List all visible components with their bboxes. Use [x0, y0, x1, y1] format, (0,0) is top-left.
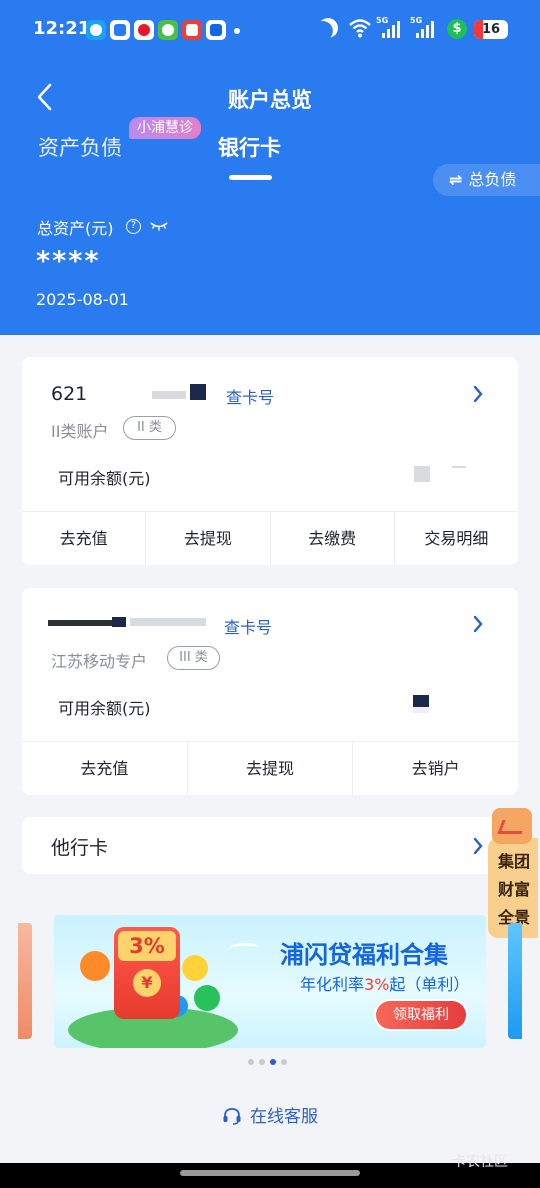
account-type: II类账户: [51, 422, 109, 441]
masked-balance: [414, 466, 430, 482]
bank-notification-icon: [110, 20, 130, 40]
masked-card-number: [112, 617, 126, 627]
close-account-button[interactable]: 去销户: [352, 742, 518, 795]
signal-icon-1: 5G: [376, 16, 406, 40]
masked-balance: [452, 466, 466, 468]
bank-card-2[interactable]: 查卡号 江苏移动专户 III 类 可用余额(元) 去充值 去提现 去销户: [22, 588, 518, 795]
help-icon[interactable]: ?: [126, 219, 141, 234]
masked-card-number: [48, 620, 118, 626]
battery-icon: 16: [474, 20, 508, 39]
balance-label: 可用余额(元): [58, 699, 151, 718]
tab-assets-liabilities[interactable]: 资产负债: [38, 132, 122, 162]
card-1-actions: 去充值 去提现 去缴费 交易明细: [22, 511, 518, 565]
banner-subtitle-suffix: 起（单利）: [389, 975, 470, 994]
chevron-right-icon[interactable]: [472, 615, 484, 633]
total-debt-button[interactable]: ⇌ 总负债: [433, 164, 540, 196]
transaction-details-button[interactable]: 交易明细: [393, 512, 518, 565]
masked-balance: [413, 707, 429, 713]
tab-bank-cards[interactable]: 银行卡: [218, 132, 281, 162]
bank-card-1[interactable]: 621 查卡号 II类账户 II 类 可用余额(元) 去充值 去提现 去缴费 交…: [22, 357, 518, 565]
qq-notification-icon: [86, 20, 106, 40]
balance-label: 可用余额(元): [58, 469, 151, 488]
carousel-indicator: [248, 1059, 287, 1065]
weibo-notification-icon: [134, 20, 154, 40]
carousel-dot[interactable]: [248, 1059, 254, 1065]
home-indicator[interactable]: [180, 1170, 360, 1176]
assets-date: 2025-08-01: [36, 290, 129, 309]
do-not-disturb-icon: [314, 14, 341, 41]
account-class-pill: III 类: [167, 646, 220, 670]
swap-icon: ⇌: [449, 170, 463, 189]
masked-balance: [413, 695, 429, 707]
watermark: 卡农社区: [452, 1154, 508, 1170]
card-2-actions: 去充值 去提现 去销户: [22, 741, 518, 795]
app-notification-icon: [158, 20, 178, 40]
recharge-button[interactable]: 去充值: [22, 512, 145, 565]
chevron-right-icon[interactable]: [472, 385, 484, 403]
withdraw-button[interactable]: 去提现: [186, 742, 353, 795]
total-debt-label: 总负债: [468, 170, 517, 189]
envelope-rate: 3%: [118, 931, 176, 961]
banner-subtitle: 年化利率3%起（单利）: [300, 971, 469, 995]
total-assets-value: ****: [36, 246, 101, 277]
carousel-dot[interactable]: [259, 1059, 265, 1065]
pdf-notification-icon: [182, 20, 202, 40]
pay-bills-button[interactable]: 去缴费: [269, 512, 394, 565]
wifi-icon: [349, 19, 371, 38]
other-bank-cards-row[interactable]: 他行卡: [22, 817, 518, 874]
hide-eye-icon[interactable]: [150, 220, 168, 232]
card-number: 621: [51, 383, 88, 405]
other-bank-cards-label: 他行卡: [51, 837, 109, 859]
withdraw-button[interactable]: 去提现: [145, 512, 269, 565]
next-banner-peek[interactable]: [508, 923, 522, 1039]
masked-digits: [152, 391, 186, 399]
status-bar: 12:21 5G 5G $ 16: [0, 0, 540, 62]
more-notifications-icon: [234, 28, 240, 34]
prev-banner-peek[interactable]: [18, 923, 32, 1039]
page-title: 账户总览: [228, 88, 312, 112]
view-card-number-link[interactable]: 查卡号: [226, 384, 274, 408]
active-tab-indicator: [229, 175, 272, 180]
battery-level: 16: [481, 22, 501, 37]
smart-diagnosis-badge[interactable]: 小浦慧诊: [129, 117, 201, 139]
claim-benefits-button[interactable]: 领取福利: [376, 1001, 466, 1029]
float-wealth-line: 集团: [497, 852, 530, 871]
group-wealth-float-button[interactable]: 集团 财富 全景: [488, 808, 540, 938]
wealth-chart-icon: [492, 808, 532, 844]
masked-card-number: [130, 618, 206, 626]
banner-title: 浦闪贷福利合集: [280, 941, 448, 969]
headset-icon: [223, 1108, 241, 1125]
payment-app-icon: $: [447, 19, 467, 39]
account-type: 江苏移动专户: [51, 652, 148, 671]
bank2-notification-icon: [206, 20, 226, 40]
meituan-logo-icon: [182, 955, 208, 981]
signal-icon-2: 5G: [410, 16, 440, 40]
status-time: 12:21: [33, 18, 91, 39]
online-service-link[interactable]: 在线客服: [0, 1102, 540, 1127]
carousel-dot-active[interactable]: [270, 1059, 276, 1065]
promo-banner[interactable]: 3% ¥ 浦闪贷福利合集 年化利率3%起（单利） 领取福利: [54, 915, 486, 1048]
app-logo-icon: [80, 951, 110, 981]
account-class-pill: II 类: [123, 416, 176, 440]
carousel-dot[interactable]: [281, 1059, 287, 1065]
bird-icon: [230, 943, 260, 953]
coin-icon: ¥: [133, 969, 161, 997]
float-wealth-line: 财富: [497, 880, 530, 899]
recharge-button[interactable]: 去充值: [22, 742, 187, 795]
chevron-right-icon[interactable]: [472, 837, 484, 855]
view-card-number-link[interactable]: 查卡号: [224, 614, 272, 638]
masked-digits: [190, 384, 206, 400]
online-service-label: 在线客服: [250, 1107, 318, 1127]
total-assets-label: 总资产(元): [37, 219, 114, 238]
banner-subtitle-prefix: 年化利率: [300, 975, 365, 994]
banner-rate: 3%: [364, 975, 390, 994]
red-envelope-illustration: 3% ¥: [114, 927, 180, 1019]
iqiyi-logo-icon: [194, 985, 220, 1011]
